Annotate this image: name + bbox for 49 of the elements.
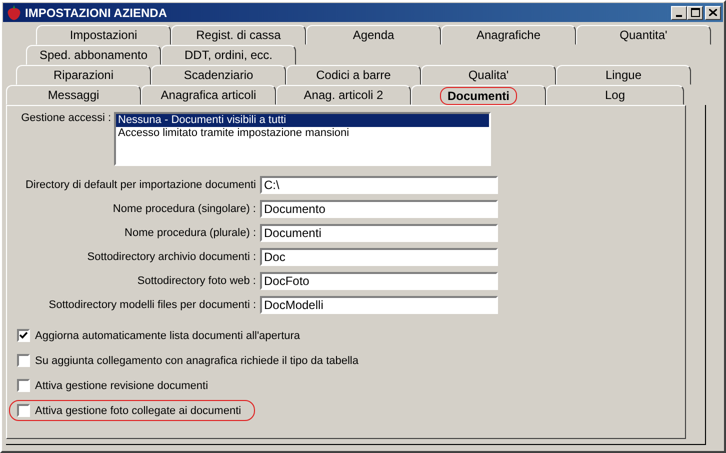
tab[interactable]: Documenti — [411, 85, 546, 105]
input-field[interactable]: Documento — [260, 200, 498, 218]
tab[interactable]: Qualita' — [421, 65, 556, 85]
field-label: Sottodirectory archivio documenti : — [86, 251, 256, 263]
tab[interactable]: Regist. di cassa — [171, 25, 306, 45]
input-field[interactable]: Documenti — [260, 224, 498, 242]
strawberry-icon — [7, 4, 21, 20]
input-field[interactable]: DocFoto — [260, 272, 498, 290]
field-label: Sottodirectory modelli files per documenti : — [48, 299, 256, 311]
checkbox[interactable] — [17, 329, 30, 342]
field-label: Directory di default per importazione documenti — [24, 179, 256, 191]
maximize-icon — [690, 8, 700, 17]
field-label: Nome procedura (singolare) : — [112, 203, 256, 215]
access-listbox[interactable]: Nessuna - Documenti visibili a tutti Accesso limitato tramite impostazione mansioni — [114, 112, 491, 166]
field-label: Gestione accessi : — [20, 112, 111, 124]
list-item[interactable]: Nessuna - Documenti visibili a tutti — [116, 114, 489, 127]
field-label: Nome procedura (plurale) : — [124, 227, 256, 239]
minimize-icon — [676, 14, 682, 16]
checkbox-label: Su aggiunta collegamento con anagrafica richiede il tipo da tabella — [35, 354, 358, 366]
checkbox[interactable] — [17, 379, 30, 392]
tab[interactable]: Messaggi — [6, 85, 141, 105]
tab[interactable]: Anagrafica articoli — [141, 85, 276, 105]
tab[interactable]: Codici a barre — [286, 65, 421, 85]
input-field[interactable]: Doc — [260, 248, 498, 266]
field-label: Sottodirectory foto web : — [136, 275, 256, 287]
tab[interactable]: Quantita' — [576, 25, 711, 45]
tab[interactable]: Riparazioni — [16, 65, 151, 85]
input-field[interactable]: C:\ — [260, 176, 498, 194]
checkbox[interactable] — [17, 354, 30, 367]
maximize-button[interactable] — [687, 6, 703, 20]
close-icon — [709, 9, 717, 16]
window-title: IMPOSTAZIONI AZIENDA — [25, 6, 168, 20]
checkbox-label: Aggiorna automaticamente lista documenti all'apertura — [35, 330, 300, 342]
tab[interactable]: Sped. abbonamento — [26, 45, 161, 65]
tab[interactable]: Scadenziario — [151, 65, 286, 85]
tab[interactable]: Log — [546, 85, 684, 105]
checkbox-label: Attiva gestione foto collegate ai documenti — [35, 404, 242, 416]
tab[interactable]: Anag. articoli 2 — [276, 85, 411, 105]
tab[interactable]: Anagrafiche — [441, 25, 576, 45]
tab[interactable]: Agenda — [306, 25, 441, 45]
tab[interactable]: Impostazioni — [36, 25, 171, 45]
tab[interactable]: Lingue — [556, 65, 691, 85]
checkbox[interactable] — [17, 404, 30, 417]
close-button[interactable] — [705, 6, 721, 20]
input-field[interactable]: DocModelli — [260, 296, 498, 314]
minimize-button[interactable] — [671, 6, 687, 20]
tab[interactable]: DDT, ordini, ecc. — [161, 45, 296, 65]
checkbox-label: Attiva gestione revisione documenti — [35, 380, 208, 392]
list-item[interactable]: Accesso limitato tramite impostazione mansioni — [116, 127, 489, 140]
